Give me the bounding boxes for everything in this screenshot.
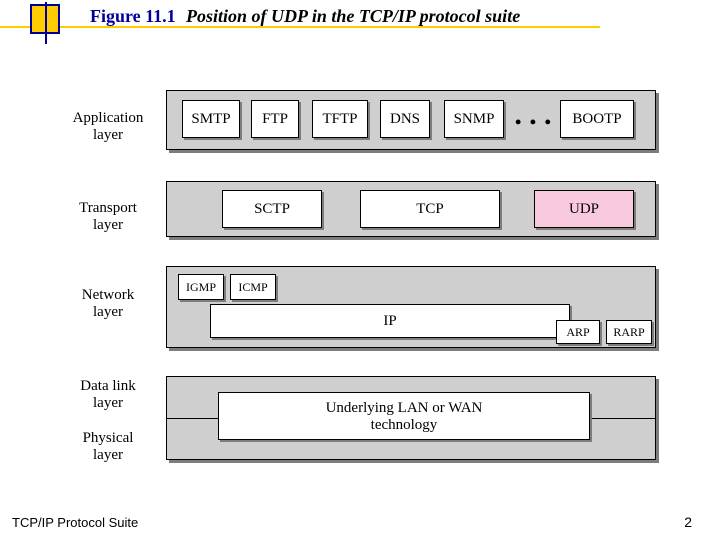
box-tcp: TCP: [360, 190, 500, 228]
footer-title: TCP/IP Protocol Suite: [12, 515, 138, 530]
ellipsis-icon: • • •: [515, 112, 553, 133]
slide: Figure 11.1 Position of UDP in the TCP/I…: [0, 0, 720, 540]
label-physical-layer: Physicallayer: [56, 430, 160, 463]
box-icmp: ICMP: [230, 274, 276, 300]
box-tftp: TFTP: [312, 100, 368, 138]
box-sctp: SCTP: [222, 190, 322, 228]
box-udp: UDP: [534, 190, 634, 228]
box-snmp: SNMP: [444, 100, 504, 138]
box-ip: IP: [210, 304, 570, 338]
footer-page-number: 2: [684, 514, 692, 530]
figure-label: Figure 11.1: [90, 6, 176, 27]
header: Figure 11.1 Position of UDP in the TCP/I…: [0, 0, 720, 30]
figure-title: Position of UDP in the TCP/IP protocol s…: [186, 6, 520, 27]
header-bullet-icon: [30, 4, 60, 34]
label-application-layer: Applicationlayer: [56, 110, 160, 143]
box-smtp: SMTP: [182, 100, 240, 138]
box-igmp: IGMP: [178, 274, 224, 300]
box-bootp: BOOTP: [560, 100, 634, 138]
box-arp: ARP: [556, 320, 600, 344]
box-dns: DNS: [380, 100, 430, 138]
box-underlying-lan-wan: Underlying LAN or WANtechnology: [218, 392, 590, 440]
label-datalink-layer: Data linklayer: [56, 378, 160, 411]
label-transport-layer: Transportlayer: [56, 200, 160, 233]
box-ftp: FTP: [251, 100, 299, 138]
label-network-layer: Networklayer: [56, 287, 160, 320]
box-rarp: RARP: [606, 320, 652, 344]
